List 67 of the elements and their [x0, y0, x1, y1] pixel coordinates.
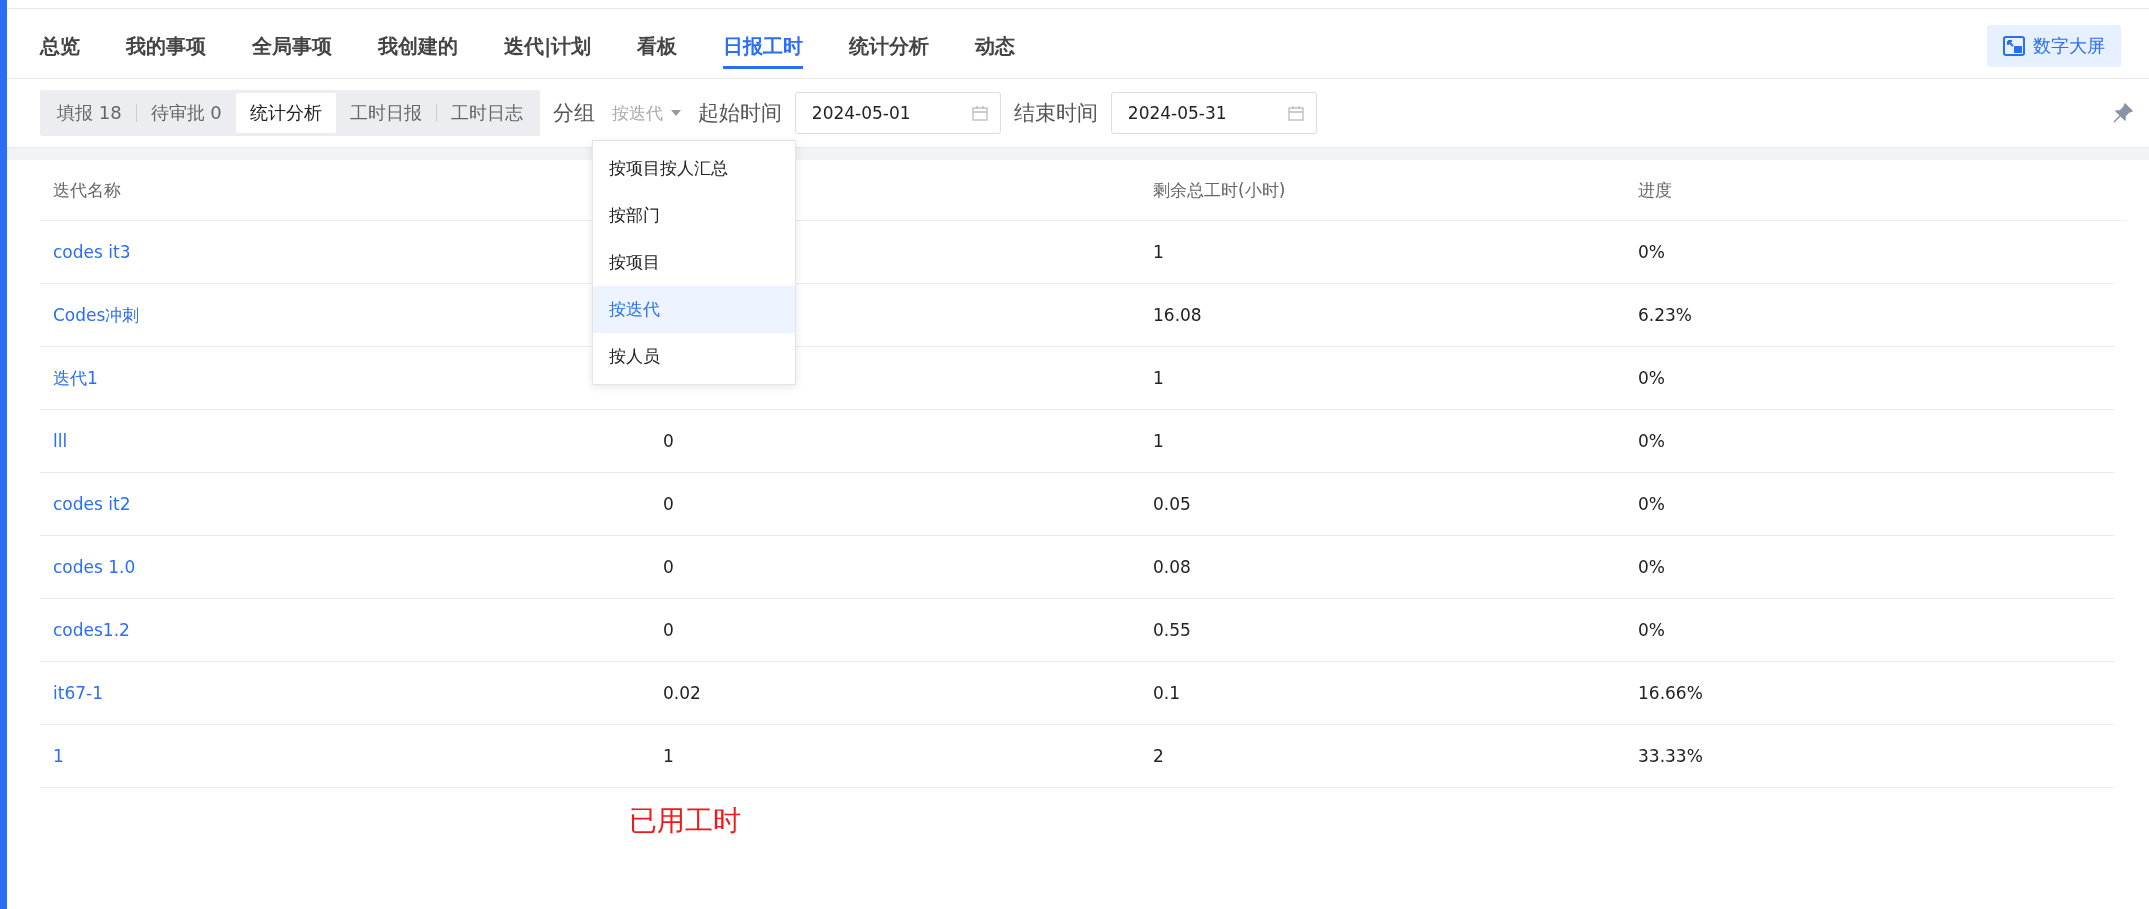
column-header: 进度 — [1637, 178, 1673, 202]
nav-tab[interactable]: 我创建的 — [378, 22, 458, 69]
nav-tab[interactable]: 总览 — [40, 22, 80, 69]
table-cell: 0% — [1638, 431, 1665, 451]
nav-tab[interactable]: 看板 — [637, 22, 678, 69]
iteration-link[interactable]: 1 — [53, 746, 64, 766]
iteration-link[interactable]: codes it3 — [53, 242, 131, 262]
table-cell: 33.33% — [1638, 746, 1703, 766]
segment-tab[interactable]: 工时日志 — [436, 93, 537, 133]
table-cell: 0% — [1638, 242, 1665, 262]
table-cell: 6.23% — [1638, 305, 1692, 325]
table-cell: 2 — [1153, 746, 1164, 766]
column-header: 剩余总工时(小时) — [1152, 178, 1287, 202]
menu-option[interactable]: 按人员 — [592, 332, 795, 380]
segment-tab[interactable]: 待审批 0 — [136, 93, 236, 133]
calendar-icon — [971, 105, 988, 121]
caret-icon — [670, 110, 681, 116]
menu-option[interactable]: 按项目 — [592, 238, 795, 286]
start-date-label: 起始时间 — [697, 100, 782, 127]
table-cell: 0 — [663, 431, 674, 451]
table-cell: 0% — [1638, 368, 1665, 388]
iteration-link[interactable]: Codes冲刺 — [53, 304, 140, 325]
nav-tab[interactable]: 全局事项 — [252, 22, 332, 69]
menu-option[interactable]: 按迭代 — [592, 285, 795, 333]
calendar-icon — [1287, 105, 1304, 121]
pin-icon[interactable] — [2113, 103, 2133, 123]
table-cell: 0% — [1638, 494, 1665, 514]
fullscreen-button[interactable]: 数字大屏 — [1987, 24, 2121, 67]
table-cell: 0 — [663, 494, 674, 514]
table-cell: 0.02 — [663, 683, 701, 703]
iteration-link[interactable]: codes 1.0 — [53, 557, 136, 577]
nav-tab[interactable]: 我的事项 — [126, 22, 206, 69]
screen-icon — [2003, 35, 2025, 56]
nav-tab[interactable]: 统计分析 — [849, 22, 930, 69]
column-header: 迭代名称 — [52, 178, 122, 202]
table-cell: 16.66% — [1638, 683, 1703, 703]
table-cell: 0.08 — [1153, 557, 1191, 577]
table-cell: 0 — [663, 620, 674, 640]
table-cell: 1 — [1153, 431, 1164, 451]
segment-tab[interactable]: 填报 18 — [43, 93, 136, 133]
table-cell: 16.08 — [1153, 305, 1202, 325]
menu-option[interactable]: 按部门 — [592, 191, 795, 239]
group-label: 分组 — [552, 100, 595, 127]
iteration-link[interactable]: lll — [53, 431, 68, 451]
table-cell: 1 — [663, 746, 674, 766]
segment-tab[interactable]: 工时日报 — [335, 93, 436, 133]
annotation-text: 已用工时 — [629, 804, 741, 837]
start-date-field[interactable]: 2024-05-01 — [794, 92, 1001, 134]
segment-tab[interactable]: 统计分析 — [235, 93, 336, 133]
table-cell: 0.05 — [1153, 494, 1191, 514]
iteration-link[interactable]: 迭代1 — [53, 367, 98, 388]
table-cell: 0.55 — [1153, 620, 1191, 640]
table-cell: 0.1 — [1153, 683, 1181, 703]
iteration-link[interactable]: codes1.2 — [53, 620, 130, 640]
table-cell: 0% — [1638, 557, 1665, 577]
menu-option[interactable]: 按项目按人汇总 — [592, 144, 795, 192]
nav-tab[interactable]: 日报工时 — [723, 22, 804, 69]
end-date-label: 结束时间 — [1013, 100, 1098, 127]
table-cell: 0 — [663, 557, 674, 577]
nav-tab[interactable]: 动态 — [975, 22, 1016, 69]
iteration-link[interactable]: codes it2 — [53, 494, 131, 514]
table-cell: 0% — [1638, 620, 1665, 640]
end-date-field[interactable]: 2024-05-31 — [1110, 92, 1317, 134]
table-cell: 1 — [1153, 368, 1164, 388]
iteration-link[interactable]: it67-1 — [53, 683, 103, 703]
table-cell: 1 — [1153, 242, 1164, 262]
nav-tab[interactable]: 迭代|计划 — [504, 22, 592, 69]
